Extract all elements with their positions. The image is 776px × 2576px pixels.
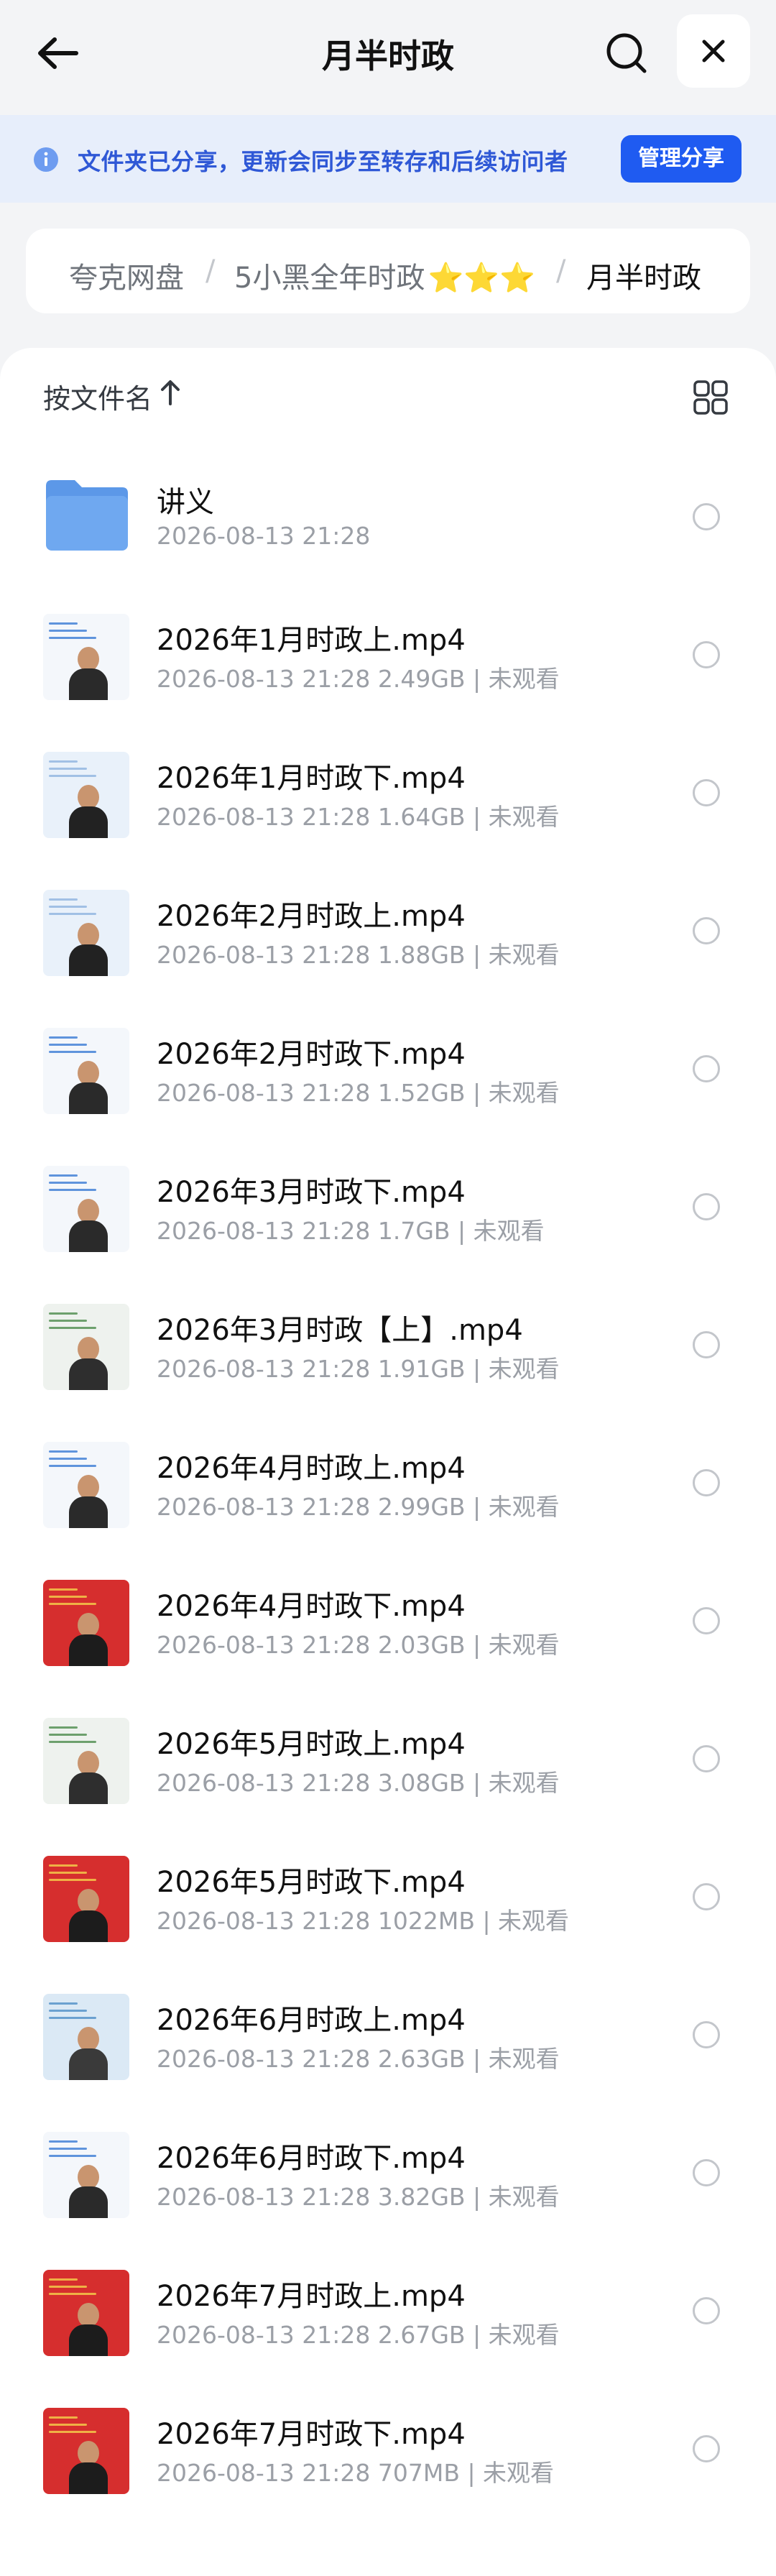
folder-row[interactable]: 讲义 2026-08-13 21:28 xyxy=(0,447,776,585)
file-row[interactable]: 2026年4月时政上.mp4 2026-08-13 21:28 2.99GB | … xyxy=(0,1413,776,1551)
close-button[interactable] xyxy=(677,14,750,88)
folder-icon xyxy=(46,480,128,551)
file-row[interactable]: 2026年3月时政【上】.mp4 2026-08-13 21:28 1.91GB … xyxy=(0,1275,776,1413)
video-thumbnail xyxy=(43,1718,129,1804)
file-row[interactable]: 2026年2月时政下.mp4 2026-08-13 21:28 1.52GB | … xyxy=(0,999,776,1137)
breadcrumb: 夸克网盘 / 5小黑全年时政 ⭐⭐⭐ / 月半时政 xyxy=(26,229,750,313)
file-row[interactable]: 2026年5月时政上.mp4 2026-08-13 21:28 3.08GB | … xyxy=(0,1689,776,1827)
file-name: 2026年1月时政上.mp4 xyxy=(157,624,466,657)
select-radio[interactable] xyxy=(693,1745,720,1772)
manage-share-button[interactable]: 管理分享 xyxy=(621,135,742,183)
video-thumbnail xyxy=(43,1166,129,1252)
breadcrumb-parent-label: 5小黑全年时政 xyxy=(234,262,425,295)
info-icon xyxy=(34,147,58,172)
sort-by-name-button[interactable]: 按文件名 xyxy=(43,377,152,416)
select-radio[interactable] xyxy=(693,1883,720,1910)
video-thumbnail xyxy=(43,890,129,976)
video-thumbnail xyxy=(43,2408,129,2494)
file-meta: 2026-08-13 21:28 1022MB | 未观看 xyxy=(157,1907,570,1935)
file-row[interactable]: 2026年1月时政上.mp4 2026-08-13 21:28 2.49GB | … xyxy=(0,585,776,723)
select-radio[interactable] xyxy=(693,641,720,668)
file-name: 2026年7月时政下.mp4 xyxy=(157,2418,466,2451)
share-notice-bar: 文件夹已分享，更新会同步至转存和后续访问者 管理分享 xyxy=(0,115,776,203)
breadcrumb-current: 月半时政 xyxy=(586,262,701,295)
select-radio[interactable] xyxy=(693,2435,720,2462)
sort-ascending-arrow-icon[interactable] xyxy=(160,378,181,407)
file-name: 2026年2月时政上.mp4 xyxy=(157,900,466,933)
file-meta: 2026-08-13 21:28 2.63GB | 未观看 xyxy=(157,2045,560,2073)
file-name: 2026年1月时政下.mp4 xyxy=(157,762,466,795)
video-thumbnail xyxy=(43,752,129,838)
file-list-panel: 按文件名 讲义 2026-08-13 21:28 2026年1月时政上.mp4 202… xyxy=(0,348,776,2576)
close-icon xyxy=(702,40,725,63)
file-name: 2026年7月时政上.mp4 xyxy=(157,2280,466,2313)
file-name: 2026年5月时政下.mp4 xyxy=(157,1866,466,1899)
share-notice-text: 文件夹已分享，更新会同步至转存和后续访问者 xyxy=(78,148,568,175)
search-icon xyxy=(606,33,647,73)
file-name: 讲义 xyxy=(157,486,214,519)
video-thumbnail xyxy=(43,1304,129,1390)
video-thumbnail xyxy=(43,1028,129,1114)
breadcrumb-separator: / xyxy=(556,254,566,288)
select-radio[interactable] xyxy=(693,917,720,944)
file-row[interactable]: 2026年4月时政下.mp4 2026-08-13 21:28 2.03GB | … xyxy=(0,1551,776,1689)
file-name: 2026年4月时政上.mp4 xyxy=(157,1452,466,1485)
file-meta: 2026-08-13 21:28 2.49GB | 未观看 xyxy=(157,665,560,693)
video-thumbnail xyxy=(43,2132,129,2218)
breadcrumb-root[interactable]: 夸克网盘 xyxy=(69,254,184,296)
file-row[interactable]: 2026年7月时政下.mp4 2026-08-13 21:28 707MB | 未… xyxy=(0,2379,776,2517)
breadcrumb-separator: / xyxy=(205,254,216,288)
file-name: 2026年4月时政下.mp4 xyxy=(157,1590,466,1623)
select-radio[interactable] xyxy=(693,779,720,806)
star-icons: ⭐⭐⭐ xyxy=(428,262,535,295)
file-meta: 2026-08-13 21:28 xyxy=(157,522,371,550)
file-name: 2026年6月时政下.mp4 xyxy=(157,2142,466,2175)
file-row[interactable]: 2026年2月时政上.mp4 2026-08-13 21:28 1.88GB | … xyxy=(0,861,776,999)
file-meta: 2026-08-13 21:28 1.88GB | 未观看 xyxy=(157,941,560,969)
file-meta: 2026-08-13 21:28 707MB | 未观看 xyxy=(157,2459,555,2487)
select-radio[interactable] xyxy=(693,1607,720,1634)
file-row[interactable]: 2026年7月时政上.mp4 2026-08-13 21:28 2.67GB | … xyxy=(0,2241,776,2379)
file-row[interactable]: 2026年5月时政下.mp4 2026-08-13 21:28 1022MB | … xyxy=(0,1827,776,1965)
file-name: 2026年2月时政下.mp4 xyxy=(157,1038,466,1071)
video-thumbnail xyxy=(43,1580,129,1666)
file-name: 2026年5月时政上.mp4 xyxy=(157,1728,466,1761)
file-meta: 2026-08-13 21:28 1.91GB | 未观看 xyxy=(157,1355,560,1383)
select-radio[interactable] xyxy=(693,2021,720,2048)
video-thumbnail xyxy=(43,1856,129,1942)
file-row[interactable]: 2026年6月时政下.mp4 2026-08-13 21:28 3.82GB | … xyxy=(0,2103,776,2241)
video-thumbnail xyxy=(43,1994,129,2080)
select-radio[interactable] xyxy=(693,1469,720,1496)
select-radio[interactable] xyxy=(693,1055,720,1082)
file-name: 2026年6月时政上.mp4 xyxy=(157,2004,466,2037)
breadcrumb-parent-folder[interactable]: 5小黑全年时政 ⭐⭐⭐ xyxy=(234,254,535,296)
file-meta: 2026-08-13 21:28 1.7GB | 未观看 xyxy=(157,1217,545,1245)
select-radio[interactable] xyxy=(693,503,720,530)
video-thumbnail xyxy=(43,2270,129,2356)
file-meta: 2026-08-13 21:28 1.64GB | 未观看 xyxy=(157,803,560,831)
file-row[interactable]: 2026年1月时政下.mp4 2026-08-13 21:28 1.64GB | … xyxy=(0,723,776,861)
file-name: 2026年3月时政【上】.mp4 xyxy=(157,1314,523,1347)
file-name: 2026年3月时政下.mp4 xyxy=(157,1176,466,1209)
file-meta: 2026-08-13 21:28 3.08GB | 未观看 xyxy=(157,1769,560,1797)
file-meta: 2026-08-13 21:28 1.52GB | 未观看 xyxy=(157,1079,560,1107)
file-meta: 2026-08-13 21:28 2.03GB | 未观看 xyxy=(157,1631,560,1659)
search-button[interactable] xyxy=(601,27,652,79)
file-meta: 2026-08-13 21:28 2.99GB | 未观看 xyxy=(157,1493,560,1521)
video-thumbnail xyxy=(43,614,129,700)
select-radio[interactable] xyxy=(693,1331,720,1358)
select-radio[interactable] xyxy=(693,2159,720,2186)
top-bar: 月半时政 xyxy=(0,0,776,115)
select-radio[interactable] xyxy=(693,2297,720,2324)
file-meta: 2026-08-13 21:28 3.82GB | 未观看 xyxy=(157,2183,560,2211)
file-meta: 2026-08-13 21:28 2.67GB | 未观看 xyxy=(157,2321,560,2349)
file-row[interactable]: 2026年6月时政上.mp4 2026-08-13 21:28 2.63GB | … xyxy=(0,1965,776,2103)
select-radio[interactable] xyxy=(693,1193,720,1220)
grid-view-icon[interactable] xyxy=(693,380,729,415)
video-thumbnail xyxy=(43,1442,129,1528)
file-row[interactable]: 2026年3月时政下.mp4 2026-08-13 21:28 1.7GB | 未… xyxy=(0,1137,776,1275)
page-title: 月半时政 xyxy=(322,37,454,75)
